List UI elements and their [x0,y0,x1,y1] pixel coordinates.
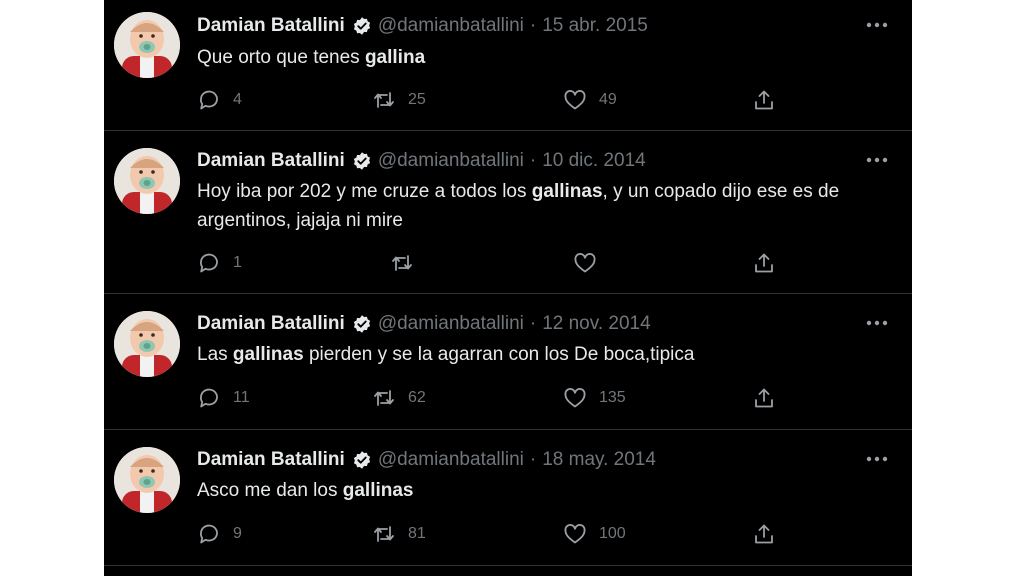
separator-dot: · [529,449,537,470]
like-button[interactable] [573,251,609,275]
retweet-count: 81 [408,525,426,542]
reply-icon [200,524,218,544]
author-handle[interactable]: @damianbatallini [378,15,524,37]
reply-count: 9 [233,525,242,542]
like-count: 135 [599,389,626,406]
retweet-count: 25 [408,91,426,108]
highlighted-word: gallinas [531,181,603,202]
reply-button[interactable]: 11 [197,386,250,410]
highlighted-word: gallinas [232,344,304,365]
tweet-header: Damian Batallini @damianbatallini · 18 m… [197,448,656,472]
author-name[interactable]: Damian Batallini [197,449,345,471]
share-icon [755,524,773,544]
retweet-button[interactable] [390,251,426,275]
separator-dot: · [529,313,537,334]
author-handle[interactable]: @damianbatallini [378,449,524,471]
retweet-icon [374,92,394,108]
verified-badge-icon [352,151,372,171]
avatar[interactable] [114,447,180,513]
highlighted-word: gallinas [342,480,414,501]
author-handle[interactable]: @damianbatallini [378,150,524,172]
tweet[interactable]: Damian Batallini @damianbatallini · 10 d… [104,131,912,294]
tweet-text: Que orto que tenes gallina [197,47,426,68]
retweet-button[interactable]: 81 [372,522,426,546]
reply-button[interactable]: 9 [197,522,242,546]
share-button[interactable] [752,522,776,546]
like-button[interactable]: 135 [563,386,626,410]
tweet[interactable]: Damian Batallini @damianbatallini · 15 a… [104,0,912,131]
author-name[interactable]: Damian Batallini [197,313,345,335]
reply-count: 4 [233,91,242,108]
tweet-actions: 1 [197,251,777,275]
reply-icon [200,90,218,110]
tweet-date[interactable]: 12 nov. 2014 [542,313,650,335]
tweet-actions: 11 62 135 [197,386,777,410]
tweet-text: Las gallinas pierden y se la agarran con… [197,344,695,365]
tweet-text: Hoy iba por 202 y me cruze a todos los g… [197,181,840,231]
heart-icon [574,253,596,273]
heart-icon [564,388,586,408]
retweet-button[interactable]: 25 [372,88,426,112]
tweet-actions: 4 25 49 [197,88,777,112]
share-button[interactable] [752,386,776,410]
heart-icon [564,90,586,110]
baby-avatar-icon [114,12,180,78]
reply-icon [200,388,218,408]
share-icon [755,90,773,110]
avatar[interactable] [114,148,180,214]
tweet-date[interactable]: 18 may. 2014 [542,449,656,471]
share-icon [755,253,773,273]
reply-button[interactable]: 1 [197,251,242,275]
heart-icon [564,524,586,544]
tweet-header: Damian Batallini @damianbatallini · 15 a… [197,14,648,38]
share-icon [755,388,773,408]
reply-icon [200,253,218,273]
retweet-icon [392,255,412,271]
more-options-icon[interactable] [864,14,890,36]
author-name[interactable]: Damian Batallini [197,150,345,172]
retweet-icon [374,390,394,406]
tweet-date[interactable]: 15 abr. 2015 [542,15,648,37]
reply-button[interactable]: 4 [197,88,242,112]
baby-avatar-icon [114,447,180,513]
like-count: 100 [599,525,626,542]
reply-count: 11 [233,389,250,406]
author-handle[interactable]: @damianbatallini [378,313,524,335]
retweet-count: 62 [408,389,426,406]
avatar[interactable] [114,12,180,78]
separator-dot: · [529,150,537,171]
verified-badge-icon [352,450,372,470]
verified-badge-icon [352,314,372,334]
tweet-header: Damian Batallini @damianbatallini · 12 n… [197,312,651,336]
share-button[interactable] [752,251,776,275]
like-button[interactable]: 100 [563,522,626,546]
more-options-icon[interactable] [864,312,890,334]
tweet[interactable]: Damian Batallini @damianbatallini · 18 m… [104,430,912,566]
retweet-icon [374,526,394,542]
like-count: 49 [599,91,617,108]
share-button[interactable] [752,88,776,112]
tweet-text: Asco me dan los gallinas [197,480,414,501]
verified-badge-icon [352,16,372,36]
baby-avatar-icon [114,148,180,214]
tweet-header: Damian Batallini @damianbatallini · 10 d… [197,149,646,173]
tweet-actions: 9 81 100 [197,522,777,546]
more-options-icon[interactable] [864,448,890,470]
baby-avatar-icon [114,311,180,377]
separator-dot: · [529,15,537,36]
highlighted-word: gallina [364,47,426,68]
more-options-icon[interactable] [864,149,890,171]
tweet-feed: Damian Batallini @damianbatallini · 15 a… [104,0,912,576]
tweet[interactable]: Damian Batallini @damianbatallini · 12 n… [104,294,912,430]
like-button[interactable]: 49 [563,88,617,112]
author-name[interactable]: Damian Batallini [197,15,345,37]
avatar[interactable] [114,311,180,377]
reply-count: 1 [233,254,242,271]
retweet-button[interactable]: 62 [372,386,426,410]
tweet-date[interactable]: 10 dic. 2014 [542,150,646,172]
